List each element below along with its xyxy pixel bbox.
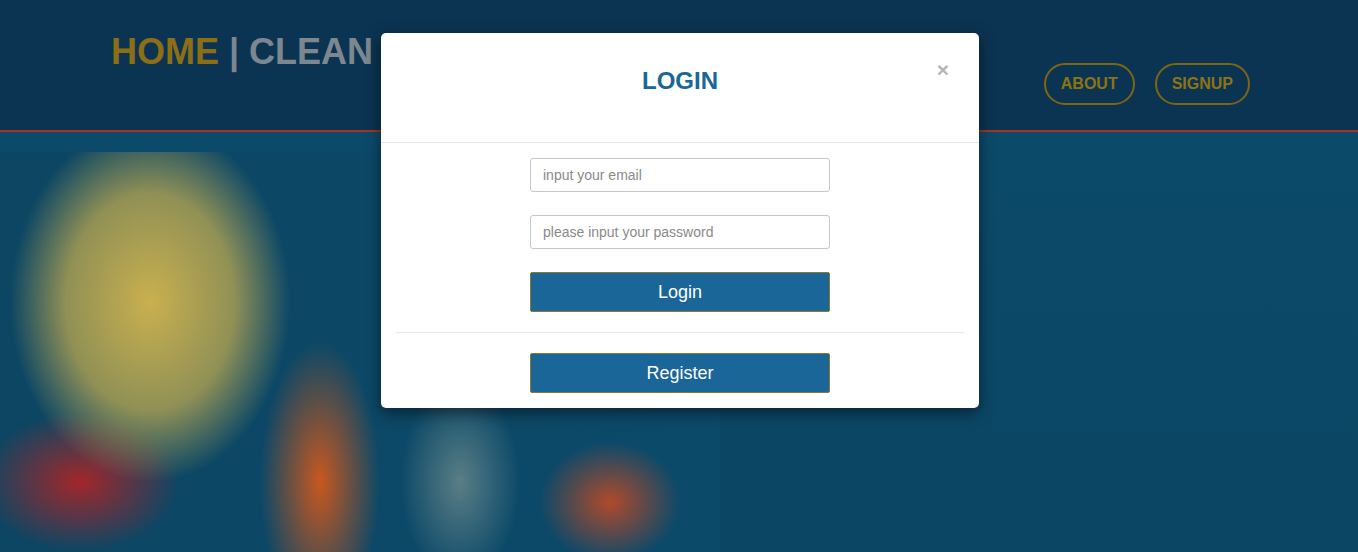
- email-input[interactable]: [530, 158, 830, 192]
- login-button[interactable]: Login: [530, 272, 830, 312]
- close-button[interactable]: ×: [933, 59, 953, 80]
- brand-separator: |: [229, 31, 239, 73]
- login-modal: LOGIN × Login Register: [381, 33, 979, 408]
- brand: HOME|CLEAN: [111, 31, 373, 73]
- nav: ABOUT SIGNUP: [1044, 63, 1250, 105]
- modal-body: Login Register: [381, 143, 979, 408]
- nav-button[interactable]: ABOUT: [1044, 63, 1135, 105]
- modal-title: LOGIN: [642, 67, 718, 95]
- password-input[interactable]: [530, 215, 830, 249]
- divider: [396, 332, 964, 333]
- brand-home[interactable]: HOME: [111, 31, 219, 73]
- register-button[interactable]: Register: [530, 353, 830, 393]
- page: HOME|CLEAN ABOUT SIGNUP LOGIN × Login Register: [0, 0, 1358, 552]
- nav-button[interactable]: SIGNUP: [1155, 63, 1250, 105]
- brand-name: CLEAN: [249, 31, 373, 73]
- modal-header: LOGIN ×: [381, 33, 979, 143]
